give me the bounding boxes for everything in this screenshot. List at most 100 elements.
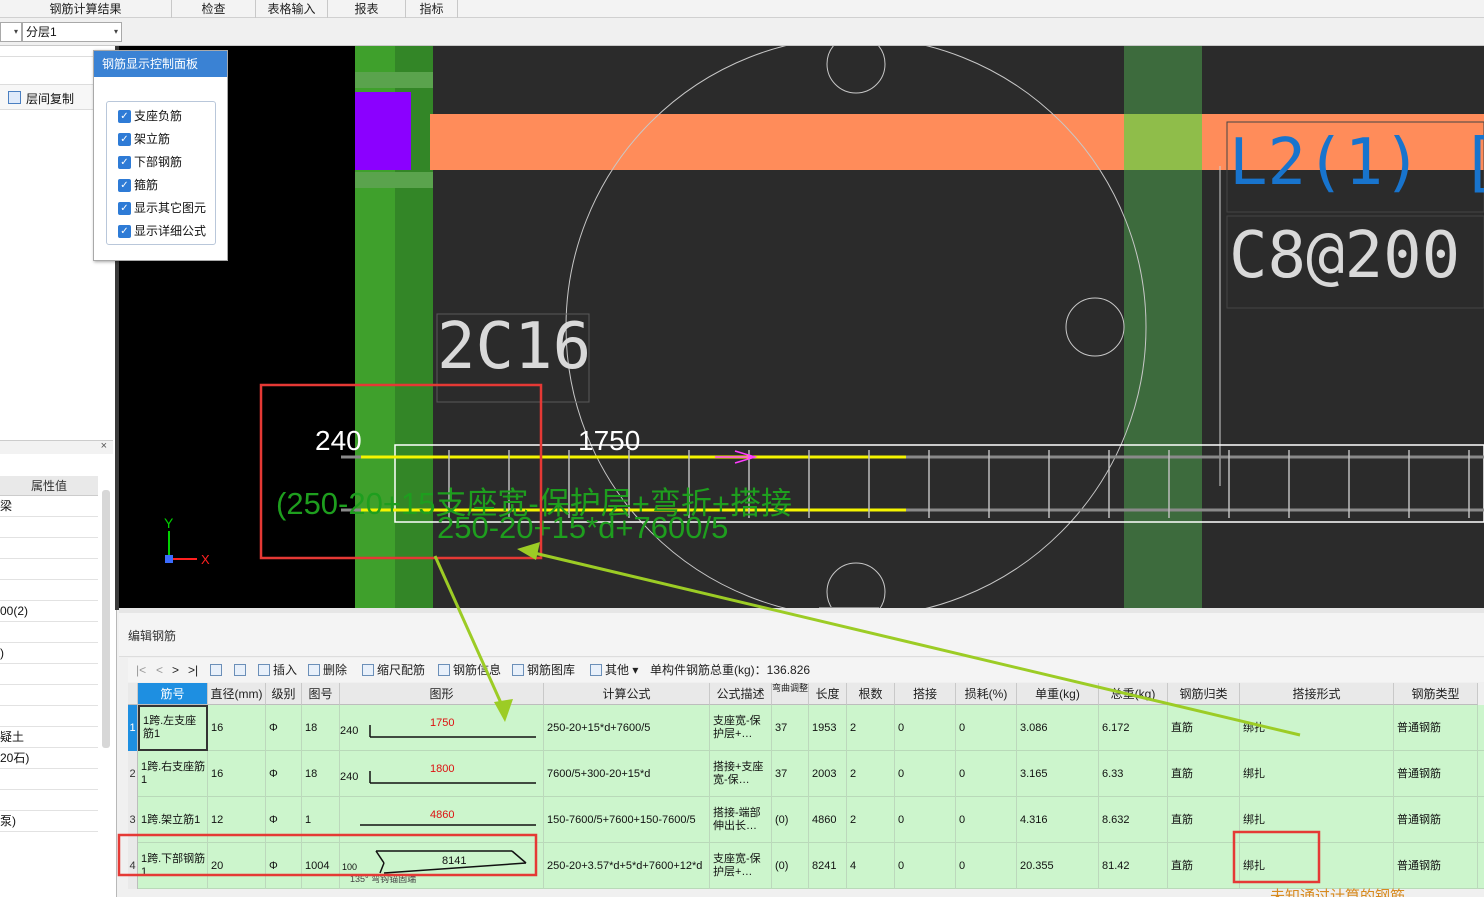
cell-formula[interactable]: 250-20+3.57*d+5*d+7600+12*d [544,843,710,889]
cell-lap[interactable]: 0 [895,843,956,889]
menu-check[interactable]: 检查 [172,0,256,18]
cell-length[interactable]: 8241 [809,843,847,889]
cell-category[interactable]: 直筋 [1168,843,1240,889]
checkbox-icon[interactable]: ✓ [118,156,131,170]
prop-row[interactable] [0,706,98,727]
checkbox-icon[interactable]: ✓ [118,225,131,239]
row-number[interactable]: 1 [128,705,138,751]
cell-desc[interactable]: 搭接+支座宽-保… [710,751,772,797]
prop-row[interactable]: 疑土 [0,727,98,748]
drawing-canvas[interactable]: Y X L2(1) [36 C8@200 2C16 240 1750 (250-… [119,46,1484,610]
table-row[interactable]: 4 1跨.下部钢筋1 20 Φ 1004 8141 100 135° 弯钩锚固端 250-20+… [128,843,1484,889]
column-header[interactable]: 单重(kg) [1017,683,1099,705]
insert-button[interactable]: 插入 [258,662,297,678]
move-down-button[interactable] [234,662,249,678]
cell-loss[interactable]: 0 [956,843,1017,889]
cell-count[interactable]: 2 [847,797,895,843]
cell-bend[interactable]: 37 [772,705,809,751]
cell-total_w[interactable]: 6.172 [1099,705,1168,751]
other-button[interactable]: 其他 ▾ [590,662,638,678]
cell-type[interactable]: 普通钢筋 [1394,797,1478,843]
cell-unit_w[interactable]: 20.355 [1017,843,1099,889]
prop-row[interactable]: 梁 [0,496,98,517]
table-row[interactable]: 3 1跨.架立筋1 12 Φ 1 4860 150-7600/5+7600+150-7600… [128,797,1484,843]
cell-lap[interactable]: 0 [895,751,956,797]
cell-grade[interactable]: Φ [266,751,302,797]
cell-shape[interactable]: 1800 240 [340,751,544,797]
close-icon[interactable]: × [101,440,107,452]
prop-row[interactable]: 泵) [0,811,98,832]
option-row[interactable]: ✓ 架立筋 [118,131,170,147]
prop-row[interactable] [0,580,98,601]
cell-grade[interactable]: Φ [266,843,302,889]
column-header[interactable]: 弯曲调整 [772,683,809,705]
cell-lap[interactable]: 0 [895,797,956,843]
nav-last-button[interactable]: >| [188,662,198,678]
cell-total_w[interactable]: 6.33 [1099,751,1168,797]
cell-lap_type[interactable]: 绑扎 [1240,751,1394,797]
table-row[interactable]: 2 1跨.右支座筋1 16 Φ 18 1800 240 7600/5+300-20+15*d 搭… [128,751,1484,797]
cell-fig[interactable]: 1 [302,797,340,843]
cell-fig[interactable]: 18 [302,705,340,751]
column-header[interactable]: 图形 [340,683,544,705]
nav-next-button[interactable]: > [172,662,179,678]
cell-count[interactable]: 2 [847,751,895,797]
cell-bend[interactable]: 37 [772,751,809,797]
column-header[interactable]: 搭接形式 [1240,683,1394,705]
menu-report[interactable]: 报表 [328,0,406,18]
column-header[interactable]: 钢筋归类 [1168,683,1240,705]
cell-type[interactable]: 普通钢筋 [1394,751,1478,797]
column-header[interactable]: 公式描述 [710,683,772,705]
move-up-button[interactable] [210,662,225,678]
menu-table-input[interactable]: 表格输入 [256,0,328,18]
row-number[interactable]: 4 [128,843,138,889]
cell-category[interactable]: 直筋 [1168,751,1240,797]
cell-formula[interactable]: 150-7600/5+7600+150-7600/5 [544,797,710,843]
cell-bend[interactable]: (0) [772,797,809,843]
option-row[interactable]: ✓ 显示其它图元 [118,200,206,216]
cell-count[interactable]: 4 [847,843,895,889]
prop-row[interactable] [0,664,98,685]
checkbox-icon[interactable]: ✓ [118,110,131,124]
prop-row[interactable] [0,769,98,790]
cell-formula[interactable]: 7600/5+300-20+15*d [544,751,710,797]
cell-total_w[interactable]: 8.632 [1099,797,1168,843]
cell-lap_type[interactable]: 绑扎 [1240,705,1394,751]
cell-length[interactable]: 4860 [809,797,847,843]
prop-row[interactable]: 20石) [0,748,98,769]
column-header[interactable]: 直径(mm) [208,683,266,705]
prev-select[interactable]: ▾ [0,22,22,42]
cell-loss[interactable]: 0 [956,797,1017,843]
column-header[interactable]: 总重(kg) [1099,683,1168,705]
prop-row[interactable] [0,622,98,643]
cell-total_w[interactable]: 81.42 [1099,843,1168,889]
cell-desc[interactable]: 搭接-端部伸出长… [710,797,772,843]
menu-rebar-result[interactable]: 钢筋计算结果 [0,0,172,18]
prop-scrollbar[interactable] [102,490,110,748]
option-row[interactable]: ✓ 支座负筋 [118,108,182,124]
prop-row[interactable] [0,559,98,580]
column-header[interactable]: 钢筋类型 [1394,683,1478,705]
rebar-info-button[interactable]: 钢筋信息 [438,662,501,678]
cell-length[interactable]: 1953 [809,705,847,751]
cell-desc[interactable]: 支座宽-保护层+… [710,843,772,889]
row-number[interactable]: 2 [128,751,138,797]
menu-index[interactable]: 指标 [406,0,458,18]
cell-unit_w[interactable]: 4.316 [1017,797,1099,843]
cell-lap_type[interactable]: 绑扎 [1240,843,1394,889]
cell-loss[interactable]: 0 [956,705,1017,751]
cell-unit_w[interactable]: 3.086 [1017,705,1099,751]
prop-row[interactable] [0,538,98,559]
cell-lap_type[interactable]: 绑扎 [1240,797,1394,843]
column-header[interactable]: 筋号 [138,683,208,705]
option-row[interactable]: ✓ 箍筋 [118,177,158,193]
cell-dia[interactable]: 16 [208,705,266,751]
cell-shape[interactable]: 1750 240 [340,705,544,751]
column-header[interactable]: 损耗(%) [956,683,1017,705]
nav-first-button[interactable]: |< [136,662,146,678]
cell-shape[interactable]: 8141 100 135° 弯钩锚固端 [340,843,544,889]
cell-count[interactable]: 2 [847,705,895,751]
rebar-library-button[interactable]: 钢筋图库 [512,662,575,678]
checkbox-icon[interactable]: ✓ [118,133,131,147]
column-header[interactable]: 计算公式 [544,683,710,705]
